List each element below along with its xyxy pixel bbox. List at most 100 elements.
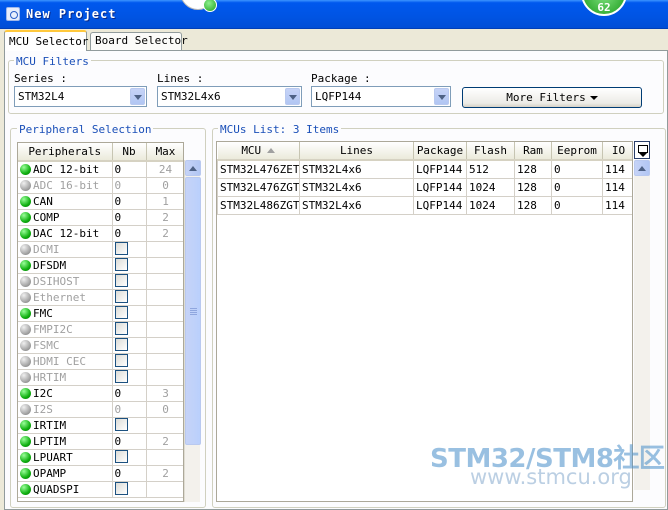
peripheral-row[interactable]: ADC 16-bit 0 0 — [18, 177, 183, 194]
peripheral-name-cell[interactable]: COMP — [18, 209, 113, 226]
checkbox[interactable] — [114, 354, 128, 367]
peripheral-nb-cell[interactable] — [112, 417, 147, 434]
peripheral-nb-cell[interactable] — [112, 353, 147, 370]
mcu-column-header[interactable]: Ram — [514, 142, 552, 161]
package-dropdown[interactable]: LQFP144 — [311, 86, 451, 107]
peripheral-nb-cell[interactable]: 0 — [112, 161, 147, 178]
peripheral-name-cell[interactable]: IRTIM — [18, 417, 113, 434]
checkbox[interactable] — [114, 482, 128, 495]
peripheral-name-cell[interactable]: I2C — [18, 385, 113, 402]
peripheral-row[interactable]: DAC 12-bit 0 2 — [18, 225, 183, 242]
peripheral-nb-cell[interactable] — [112, 337, 147, 354]
peripheral-row[interactable]: DCMI — [18, 241, 183, 258]
tab-mcu-selector[interactable]: MCU Selector — [4, 30, 88, 51]
peripheral-name-cell[interactable]: I2S — [18, 401, 113, 418]
peripheral-nb-cell[interactable] — [112, 273, 147, 290]
peripheral-row[interactable]: LPTIM 0 2 — [18, 433, 183, 450]
lines-dropdown[interactable]: STM32L4x6 — [157, 86, 302, 107]
tab-board-selector[interactable]: Board Selector — [90, 32, 188, 50]
peripheral-nb-cell[interactable] — [112, 241, 147, 258]
peripheral-nb-cell[interactable] — [112, 321, 147, 338]
peripheral-name-cell[interactable]: HDMI CEC — [18, 353, 113, 370]
peripheral-row[interactable]: OPAMP 0 2 — [18, 465, 183, 482]
peripheral-name-cell[interactable]: DFSDM — [18, 257, 113, 274]
mcu-column-header[interactable]: Flash — [466, 142, 515, 161]
peripheral-nb-cell[interactable]: 0 — [112, 465, 147, 482]
peripheral-nb-cell[interactable]: 0 — [112, 225, 147, 242]
peripherals-header[interactable]: Peripherals — [18, 143, 113, 162]
nb-header[interactable]: Nb — [112, 143, 147, 162]
scroll-thumb[interactable] — [185, 177, 201, 445]
max-header[interactable]: Max — [146, 143, 183, 162]
peripheral-name-cell[interactable]: QUADSPI — [18, 481, 113, 498]
peripheral-nb-cell[interactable] — [112, 257, 147, 274]
column-chooser-icon[interactable] — [634, 141, 650, 159]
peripheral-row[interactable]: I2S 0 0 — [18, 401, 183, 418]
peripheral-row[interactable]: IRTIM — [18, 417, 183, 434]
peripheral-scrollbar[interactable] — [184, 160, 201, 502]
mcu-row[interactable]: STM32L476ZETx STM32L4x6 LQFP144 512 128 0 114 — [217, 159, 632, 179]
checkbox[interactable] — [114, 274, 128, 287]
checkbox[interactable] — [114, 322, 128, 335]
checkbox[interactable] — [114, 450, 128, 463]
chevron-down-icon[interactable] — [434, 88, 449, 105]
checkbox[interactable] — [114, 242, 128, 255]
peripheral-row[interactable]: DSIHOST — [18, 273, 183, 290]
peripheral-row[interactable]: CAN 0 1 — [18, 193, 183, 210]
peripheral-nb-cell[interactable] — [112, 305, 147, 322]
peripheral-row[interactable]: I2C 0 3 — [18, 385, 183, 402]
peripheral-nb-cell[interactable]: 0 — [112, 177, 147, 194]
mcu-column-header[interactable]: IO — [602, 142, 632, 161]
peripheral-row[interactable]: HRTIM — [18, 369, 183, 386]
scroll-up-button[interactable] — [634, 160, 650, 176]
peripheral-name-cell[interactable]: FMC — [18, 305, 113, 322]
checkbox[interactable] — [114, 306, 128, 319]
peripheral-row[interactable]: FSMC — [18, 337, 183, 354]
peripheral-row[interactable]: FMPI2C — [18, 321, 183, 338]
peripheral-nb-cell[interactable]: 0 — [112, 193, 147, 210]
peripheral-name-cell[interactable]: DCMI — [18, 241, 113, 258]
mcu-row[interactable]: STM32L486ZGTx STM32L4x6 LQFP144 1024 128 0 114 — [217, 195, 632, 215]
series-dropdown[interactable]: STM32L4 — [14, 86, 147, 107]
mcu-column-header[interactable]: Lines — [299, 142, 414, 161]
mcu-column-header[interactable]: MCU — [217, 142, 300, 161]
checkbox[interactable] — [114, 370, 128, 383]
peripheral-name-cell[interactable]: Ethernet — [18, 289, 113, 306]
title-bar[interactable]: New Project 62 — [0, 0, 668, 29]
peripheral-nb-cell[interactable] — [112, 369, 147, 386]
peripheral-nb-cell[interactable] — [112, 289, 147, 306]
peripheral-row[interactable]: LPUART — [18, 449, 183, 466]
checkbox[interactable] — [114, 418, 128, 431]
peripheral-name-cell[interactable]: LPUART — [18, 449, 113, 466]
peripheral-name-cell[interactable]: OPAMP — [18, 465, 113, 482]
peripheral-row[interactable]: COMP 0 2 — [18, 209, 183, 226]
peripheral-nb-cell[interactable]: 0 — [112, 401, 147, 418]
checkbox[interactable] — [114, 290, 128, 303]
peripheral-row[interactable]: ADC 12-bit 0 24 — [18, 161, 183, 178]
peripheral-name-cell[interactable]: ADC 12-bit — [18, 161, 113, 178]
peripheral-row[interactable]: DFSDM — [18, 257, 183, 274]
peripheral-name-cell[interactable]: DAC 12-bit — [18, 225, 113, 242]
peripheral-name-cell[interactable]: FMPI2C — [18, 321, 113, 338]
mcu-column-header[interactable]: Eeprom — [551, 142, 603, 161]
checkbox[interactable] — [114, 338, 128, 351]
peripheral-row[interactable]: QUADSPI — [18, 481, 183, 498]
peripheral-name-cell[interactable]: DSIHOST — [18, 273, 113, 290]
chevron-down-icon[interactable] — [130, 88, 145, 105]
peripheral-row[interactable]: FMC — [18, 305, 183, 322]
notification-badge[interactable]: 62 — [581, 0, 627, 16]
peripheral-row[interactable]: Ethernet — [18, 289, 183, 306]
peripheral-nb-cell[interactable] — [112, 481, 147, 498]
peripheral-name-cell[interactable]: HRTIM — [18, 369, 113, 386]
mcu-row[interactable]: STM32L476ZGTx STM32L4x6 LQFP144 1024 128 0 114 — [217, 177, 632, 197]
more-filters-button[interactable]: More Filters — [462, 87, 642, 108]
checkbox[interactable] — [114, 258, 128, 271]
peripheral-nb-cell[interactable]: 0 — [112, 433, 147, 450]
peripheral-name-cell[interactable]: CAN — [18, 193, 113, 210]
peripheral-row[interactable]: HDMI CEC — [18, 353, 183, 370]
scroll-up-button[interactable] — [185, 160, 201, 176]
peripheral-nb-cell[interactable] — [112, 449, 147, 466]
chevron-down-icon[interactable] — [285, 88, 300, 105]
mcu-column-header[interactable]: Package — [413, 142, 467, 161]
peripheral-name-cell[interactable]: LPTIM — [18, 433, 113, 450]
